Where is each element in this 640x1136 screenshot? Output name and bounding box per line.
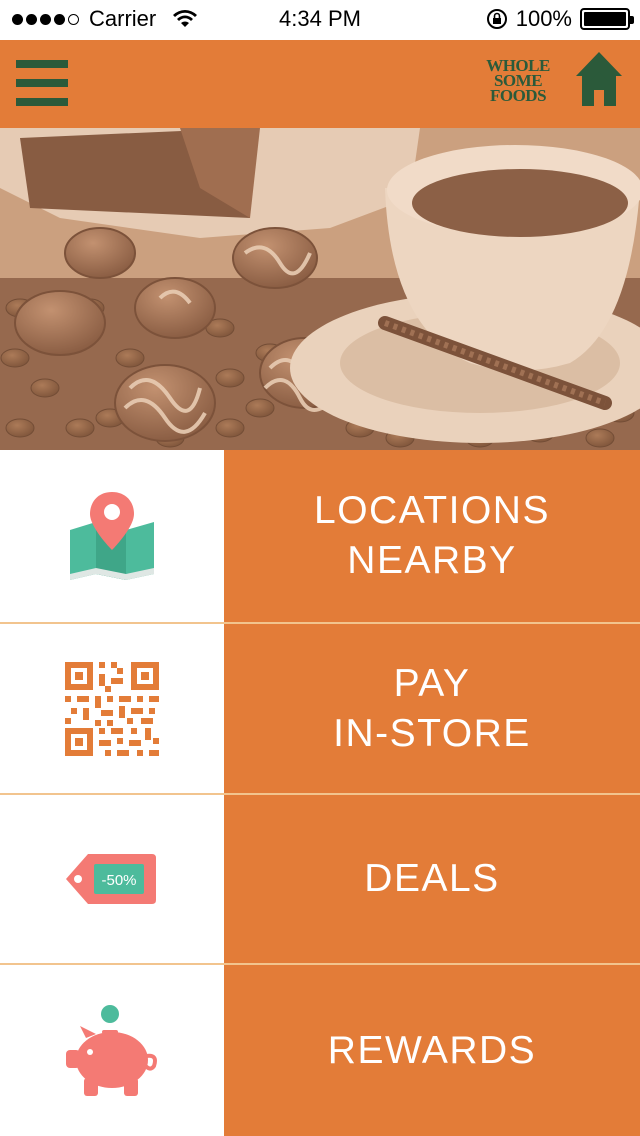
brand-line-3: FOODS (489, 86, 547, 105)
status-right: 100% (486, 6, 634, 32)
menu-label-line-1: DEALS (364, 857, 500, 900)
menu-icon-cell (0, 450, 224, 622)
battery-percent: 100% (515, 6, 572, 31)
hero-image (0, 128, 640, 450)
battery-icon (580, 8, 634, 30)
nav-bar: WHOLE SOME FOODS (0, 40, 640, 128)
hamburger-menu-icon[interactable] (16, 60, 68, 106)
menu-label: DEALS (224, 795, 640, 963)
menu-label: LOCATIONS NEARBY (224, 450, 640, 622)
menu-label: REWARDS (224, 965, 640, 1136)
menu-label-line-2: IN-STORE (333, 711, 531, 755)
menu-label-line-1: PAY (393, 661, 471, 705)
rotation-lock-icon (486, 9, 507, 29)
brand-logo: WHOLE SOME FOODS (476, 57, 560, 105)
tag-discount-text: -50% (101, 872, 136, 889)
menu-label-line-2: NEARBY (347, 539, 517, 582)
piggy-bank-icon (66, 1004, 157, 1096)
menu-icon-cell (0, 965, 224, 1136)
menu-icon-cell (0, 624, 224, 793)
menu-item-locations-nearby[interactable]: LOCATIONS NEARBY (0, 450, 640, 622)
menu-label-line-1: REWARDS (327, 1028, 537, 1072)
menu-label: PAY IN-STORE (224, 624, 640, 793)
menu-icon-cell: -50% (0, 795, 224, 963)
qr-code-icon (65, 661, 159, 756)
status-bar: Carrier 4:34 PM 100% (0, 0, 640, 40)
map-pin-icon (70, 492, 154, 580)
home-icon[interactable] (574, 50, 624, 108)
menu-item-pay-in-store[interactable]: PAY IN-STORE (0, 624, 640, 793)
menu-item-deals[interactable]: -50% DEALS (0, 795, 640, 963)
menu-item-rewards[interactable]: REWARDS (0, 965, 640, 1136)
menu-label-line-1: LOCATIONS (314, 489, 550, 532)
price-tag-icon: -50% (66, 854, 156, 904)
